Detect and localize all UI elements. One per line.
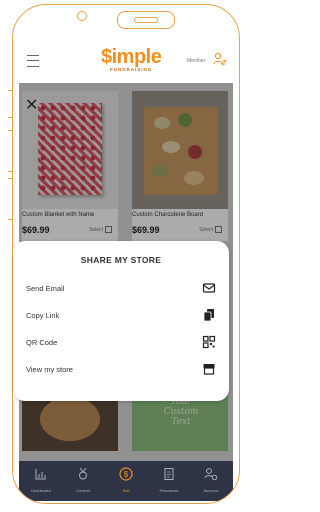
- speaker-icon: [117, 11, 175, 29]
- qr-code-icon: [202, 335, 216, 349]
- nav-item-contest[interactable]: Contest: [63, 467, 103, 493]
- bottom-navigation: Dashboard Contest $ Sell Resources Accou…: [19, 461, 233, 501]
- share-item-label: View my store: [26, 365, 73, 374]
- copy-icon: [203, 309, 214, 322]
- nav-item-resources[interactable]: Resources: [149, 467, 189, 493]
- share-item-qr-code[interactable]: QR Code: [26, 333, 216, 353]
- document-icon: [164, 468, 174, 480]
- app-header: $imple FUNDRAISING Member: [19, 39, 233, 83]
- share-item-label: QR Code: [26, 338, 58, 347]
- chart-icon: [35, 469, 46, 480]
- envelope-icon: [202, 283, 216, 293]
- account-settings-icon: [204, 468, 218, 481]
- nav-label: Account: [203, 488, 219, 493]
- storefront-icon: [203, 364, 215, 375]
- hamburger-menu-icon[interactable]: [27, 55, 39, 67]
- member-label[interactable]: Member: [187, 58, 205, 64]
- dollar-icon: $: [119, 467, 133, 481]
- modal-title: SHARE MY STORE: [80, 255, 162, 265]
- trophy-icon: [79, 467, 87, 480]
- logo-text: $imple: [101, 46, 162, 68]
- share-item-label: Copy Link: [26, 311, 60, 320]
- share-item-label: Send Email: [26, 284, 65, 293]
- nav-item-dashboard[interactable]: Dashboard: [21, 467, 61, 493]
- svg-text:$: $: [124, 470, 129, 479]
- nav-label: Resources: [159, 488, 179, 493]
- share-item-view-my-store[interactable]: View my store: [26, 360, 216, 380]
- nav-item-account[interactable]: Account: [191, 467, 231, 493]
- nav-item-sell[interactable]: $ Sell: [106, 467, 146, 493]
- nav-label: Sell: [122, 488, 130, 493]
- nav-label: Contest: [76, 488, 90, 493]
- share-item-copy-link[interactable]: Copy Link: [26, 306, 216, 326]
- nav-label: Dashboard: [31, 488, 51, 493]
- member-switch-icon[interactable]: [213, 52, 227, 66]
- share-item-send-email[interactable]: Send Email: [26, 279, 216, 299]
- close-icon[interactable]: ✕: [25, 95, 38, 115]
- simple-fundraising-logo[interactable]: $imple FUNDRAISING: [101, 46, 162, 73]
- share-store-modal: SHARE MY STORE Send Email Copy Link QR C…: [13, 241, 229, 401]
- camera-icon: [77, 11, 87, 21]
